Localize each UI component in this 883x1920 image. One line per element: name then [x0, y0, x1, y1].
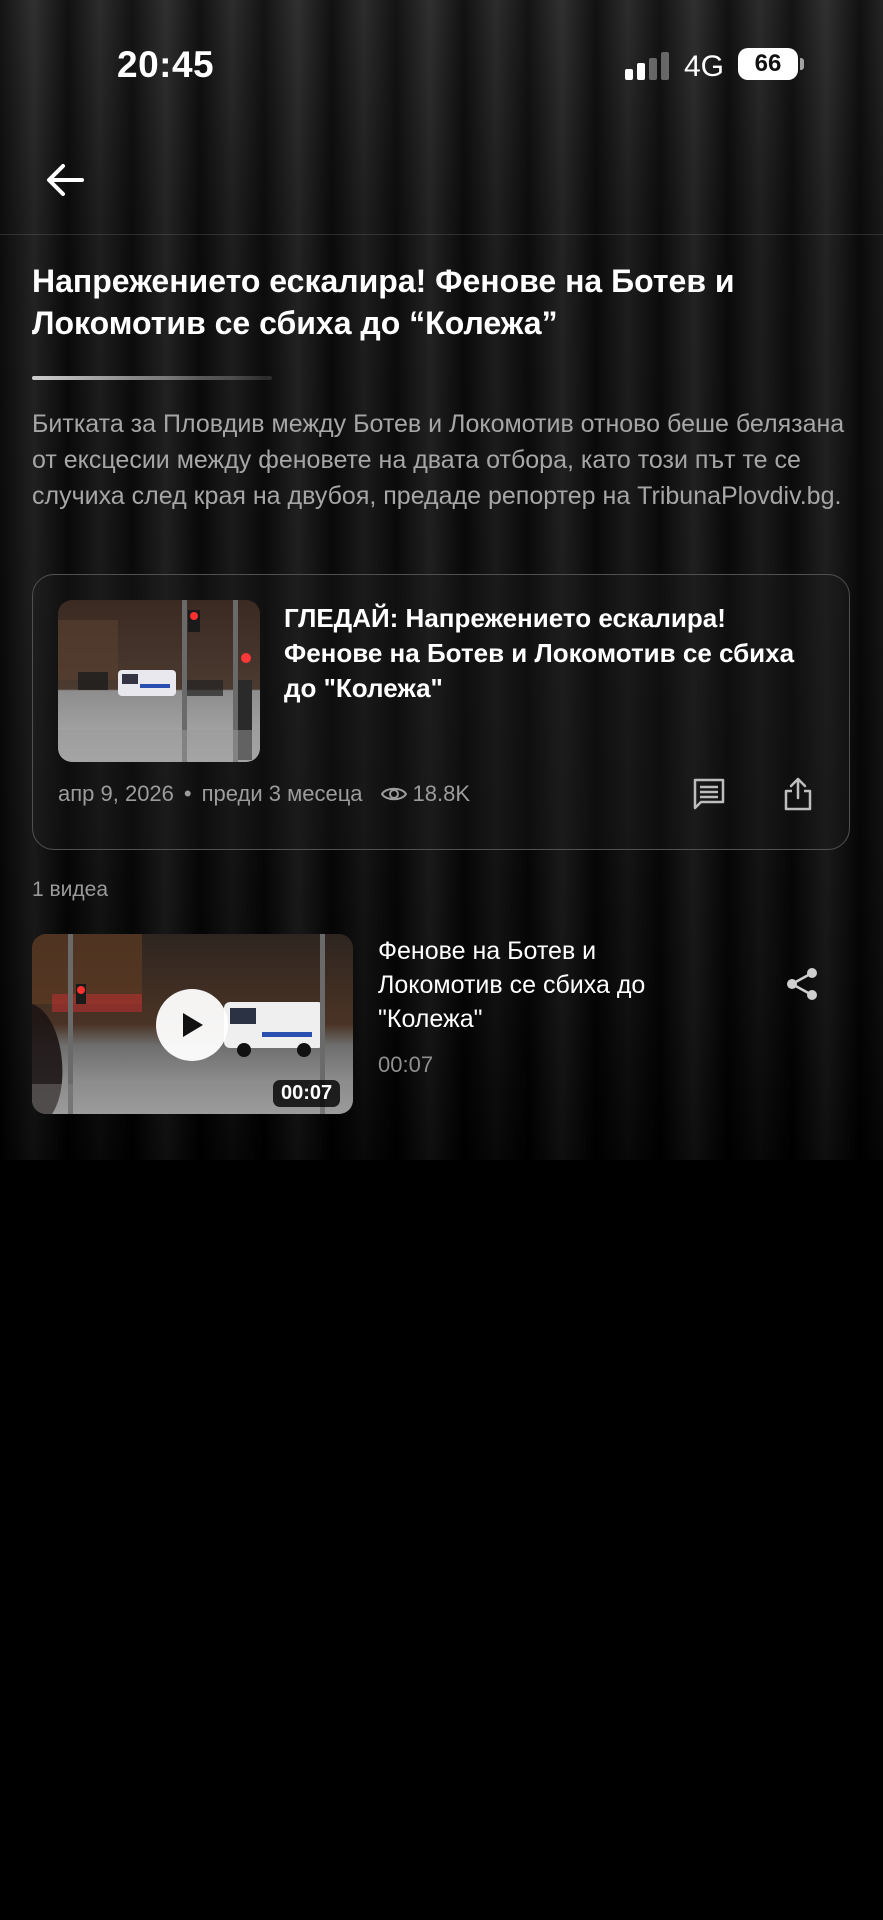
featured-video-card[interactable]: ГЛЕДАЙ: Напрежението ескалира! Фенове на…	[32, 574, 850, 850]
comments-button[interactable]	[686, 771, 732, 817]
meta-separator: •	[183, 781, 192, 806]
article-summary: Битката за Пловдив между Ботев и Локомот…	[32, 410, 845, 510]
battery-tip	[800, 58, 804, 70]
status-time: 20:45	[117, 44, 215, 85]
videos-count: 1 видеа	[32, 878, 109, 901]
play-icon	[183, 1013, 203, 1037]
publish-date: апр 9, 2026	[58, 781, 174, 806]
comment-icon	[693, 778, 725, 810]
eye-icon	[380, 785, 407, 803]
video-thumbnail[interactable]: 00:07	[32, 934, 353, 1114]
play-button[interactable]	[156, 989, 228, 1061]
video-list-item[interactable]: 00:07 Фенове на Ботев и Локомотив се сби…	[32, 934, 852, 1114]
header-divider	[0, 234, 883, 235]
battery-icon: 66	[738, 48, 798, 80]
back-button[interactable]	[40, 155, 90, 205]
status-bar: 20:45 4G 66	[0, 0, 883, 130]
featured-video-meta: апр 9, 2026 • преди 3 месеца 18.8K	[58, 781, 470, 807]
title-underline	[32, 376, 272, 380]
share-nodes-icon	[787, 968, 817, 1000]
relative-time: преди 3 месеца	[201, 781, 363, 806]
share-button[interactable]	[780, 962, 824, 1006]
cellular-signal-icon	[625, 52, 669, 80]
network-type: 4G	[684, 50, 725, 83]
view-count: 18.8K	[412, 781, 471, 806]
arrow-left-icon	[47, 164, 84, 196]
share-upload-icon	[784, 777, 812, 811]
article-title: Напрежението ескалира! Фенове на Ботев и…	[32, 263, 735, 341]
featured-video-thumbnail[interactable]	[58, 600, 260, 762]
video-title[interactable]: Фенове на Ботев и Локомотив се сбиха до …	[378, 934, 718, 1036]
video-duration: 00:07	[378, 1052, 434, 1077]
video-duration-badge: 00:07	[273, 1080, 341, 1107]
share-card-button[interactable]	[775, 771, 821, 817]
featured-video-title[interactable]: ГЛЕДАЙ: Напрежението ескалира! Фенове на…	[284, 601, 829, 706]
